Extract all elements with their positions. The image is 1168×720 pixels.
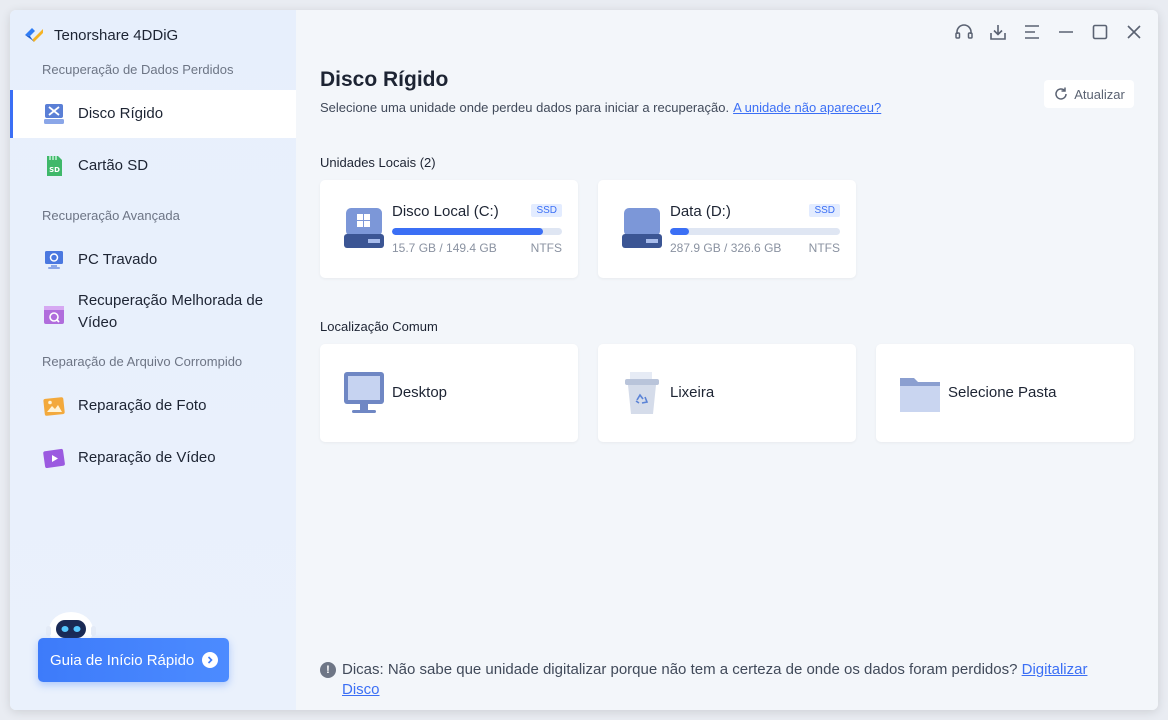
- video-enhance-icon: [44, 306, 64, 324]
- sidebar-item-label: Disco Rígido: [78, 105, 164, 122]
- drive-name: Data (D:): [670, 203, 731, 220]
- location-name: Selecione Pasta: [948, 384, 1057, 401]
- local-units-label: Unidades Locais (2): [320, 155, 436, 170]
- folder-icon: [900, 378, 940, 412]
- support-headset-icon[interactable]: [954, 22, 974, 42]
- menu-icon[interactable]: [1022, 22, 1042, 42]
- monitor-icon: [344, 372, 384, 413]
- drive-name: Disco Local (C:): [392, 203, 499, 220]
- usage-bar: [392, 228, 562, 235]
- drive-size: 287.9 GB / 326.6 GB: [670, 241, 782, 255]
- drive-filesystem: NTFS: [808, 241, 840, 255]
- refresh-button[interactable]: Atualizar: [1044, 80, 1134, 108]
- page-subtitle: Selecione uma unidade onde perdeu dados …: [320, 100, 881, 115]
- section-label-lost-data: Recuperação de Dados Perdidos: [42, 62, 234, 77]
- info-icon: !: [320, 662, 336, 678]
- quick-start-guide-button[interactable]: Guia de Início Rápido: [38, 638, 229, 682]
- sidebar-item-sd-card[interactable]: SD Cartão SD: [10, 142, 296, 190]
- sidebar-item-label: Reparação de Foto: [78, 397, 207, 414]
- hard-drive-icon: [344, 208, 384, 248]
- recycle-bin-icon: [625, 372, 659, 414]
- tip-text: Dicas: Não sabe que unidade digitalizar …: [342, 660, 1110, 700]
- tips-bar: ! Dicas: Não sabe que unidade digitaliza…: [320, 660, 1110, 700]
- sidebar-item-video-enhance[interactable]: Recuperação Melhorada de Vídeo: [10, 286, 296, 344]
- maximize-icon[interactable]: [1090, 22, 1110, 42]
- app-title: Tenorshare 4DDiG: [54, 26, 179, 44]
- app-logo-icon: [25, 28, 43, 42]
- usage-bar-fill: [670, 228, 689, 235]
- ssd-badge: SSD: [809, 204, 840, 217]
- subtitle-text: Selecione uma unidade onde perdeu dados …: [320, 100, 730, 115]
- hard-drive-icon: [44, 104, 64, 124]
- refresh-icon: [1055, 87, 1067, 100]
- sidebar-item-label: Recuperação Melhorada de Vídeo: [78, 292, 264, 331]
- drive-filesystem: NTFS: [530, 241, 562, 255]
- usage-bar: [670, 228, 840, 235]
- main-panel: Disco Rígido Selecione uma unidade onde …: [296, 10, 1158, 710]
- sidebar-item-label: Cartão SD: [78, 157, 149, 174]
- guide-button-label: Guia de Início Rápido: [50, 651, 195, 669]
- section-label-advanced: Recuperação Avançada: [42, 208, 180, 223]
- sidebar-item-video-repair[interactable]: Reparação de Vídeo: [10, 434, 296, 482]
- sidebar: Tenorshare 4DDiG Recuperação de Dados Pe…: [10, 10, 296, 710]
- svg-text:SD: SD: [49, 166, 60, 174]
- drive-size: 15.7 GB / 149.4 GB: [392, 241, 497, 255]
- location-name: Desktop: [392, 384, 448, 401]
- location-card-select-folder[interactable]: Selecione Pasta: [876, 344, 1134, 442]
- chevron-right-icon: [202, 652, 219, 668]
- refresh-label: Atualizar: [1074, 86, 1125, 102]
- app-window: Tenorshare 4DDiG Recuperação de Dados Pe…: [10, 10, 1158, 710]
- location-name: Lixeira: [670, 384, 715, 401]
- crashed-pc-icon: [45, 251, 63, 269]
- sidebar-item-label: PC Travado: [78, 251, 158, 268]
- section-label-corrupted: Reparação de Arquivo Corrompido: [42, 354, 243, 369]
- sidebar-item-photo-repair[interactable]: Reparação de Foto: [10, 382, 296, 430]
- brand: Tenorshare 4DDiG: [22, 22, 178, 48]
- common-location-label: Localização Comum: [320, 319, 438, 334]
- sidebar-item-crashed-pc[interactable]: PC Travado: [10, 236, 296, 284]
- usage-bar-fill: [392, 228, 544, 235]
- photo-repair-icon: [43, 397, 65, 416]
- download-icon[interactable]: [988, 22, 1008, 42]
- minimize-icon[interactable]: [1056, 22, 1076, 42]
- drive-card-d[interactable]: Data (D:) SSD 287.9 GB / 326.6 GB NTFS: [598, 180, 856, 278]
- sidebar-item-hard-drive[interactable]: Disco Rígido: [10, 90, 296, 138]
- drive-not-shown-link[interactable]: A unidade não apareceu?: [733, 100, 881, 115]
- close-icon[interactable]: [1124, 22, 1144, 42]
- location-card-desktop[interactable]: Desktop: [320, 344, 578, 442]
- page-title: Disco Rígido: [320, 68, 449, 91]
- ssd-badge: SSD: [531, 204, 562, 217]
- drive-card-c[interactable]: Disco Local (C:) SSD 15.7 GB / 149.4 GB …: [320, 180, 578, 278]
- location-card-recycle-bin[interactable]: Lixeira: [598, 344, 856, 442]
- sidebar-item-label: Reparação de Vídeo: [78, 449, 216, 466]
- window-controls: [954, 22, 1144, 42]
- sd-card-icon: SD: [47, 156, 62, 176]
- tip-message: Dicas: Não sabe que unidade digitalizar …: [342, 661, 1018, 678]
- hard-drive-icon: [622, 208, 662, 248]
- video-repair-icon: [43, 448, 65, 469]
